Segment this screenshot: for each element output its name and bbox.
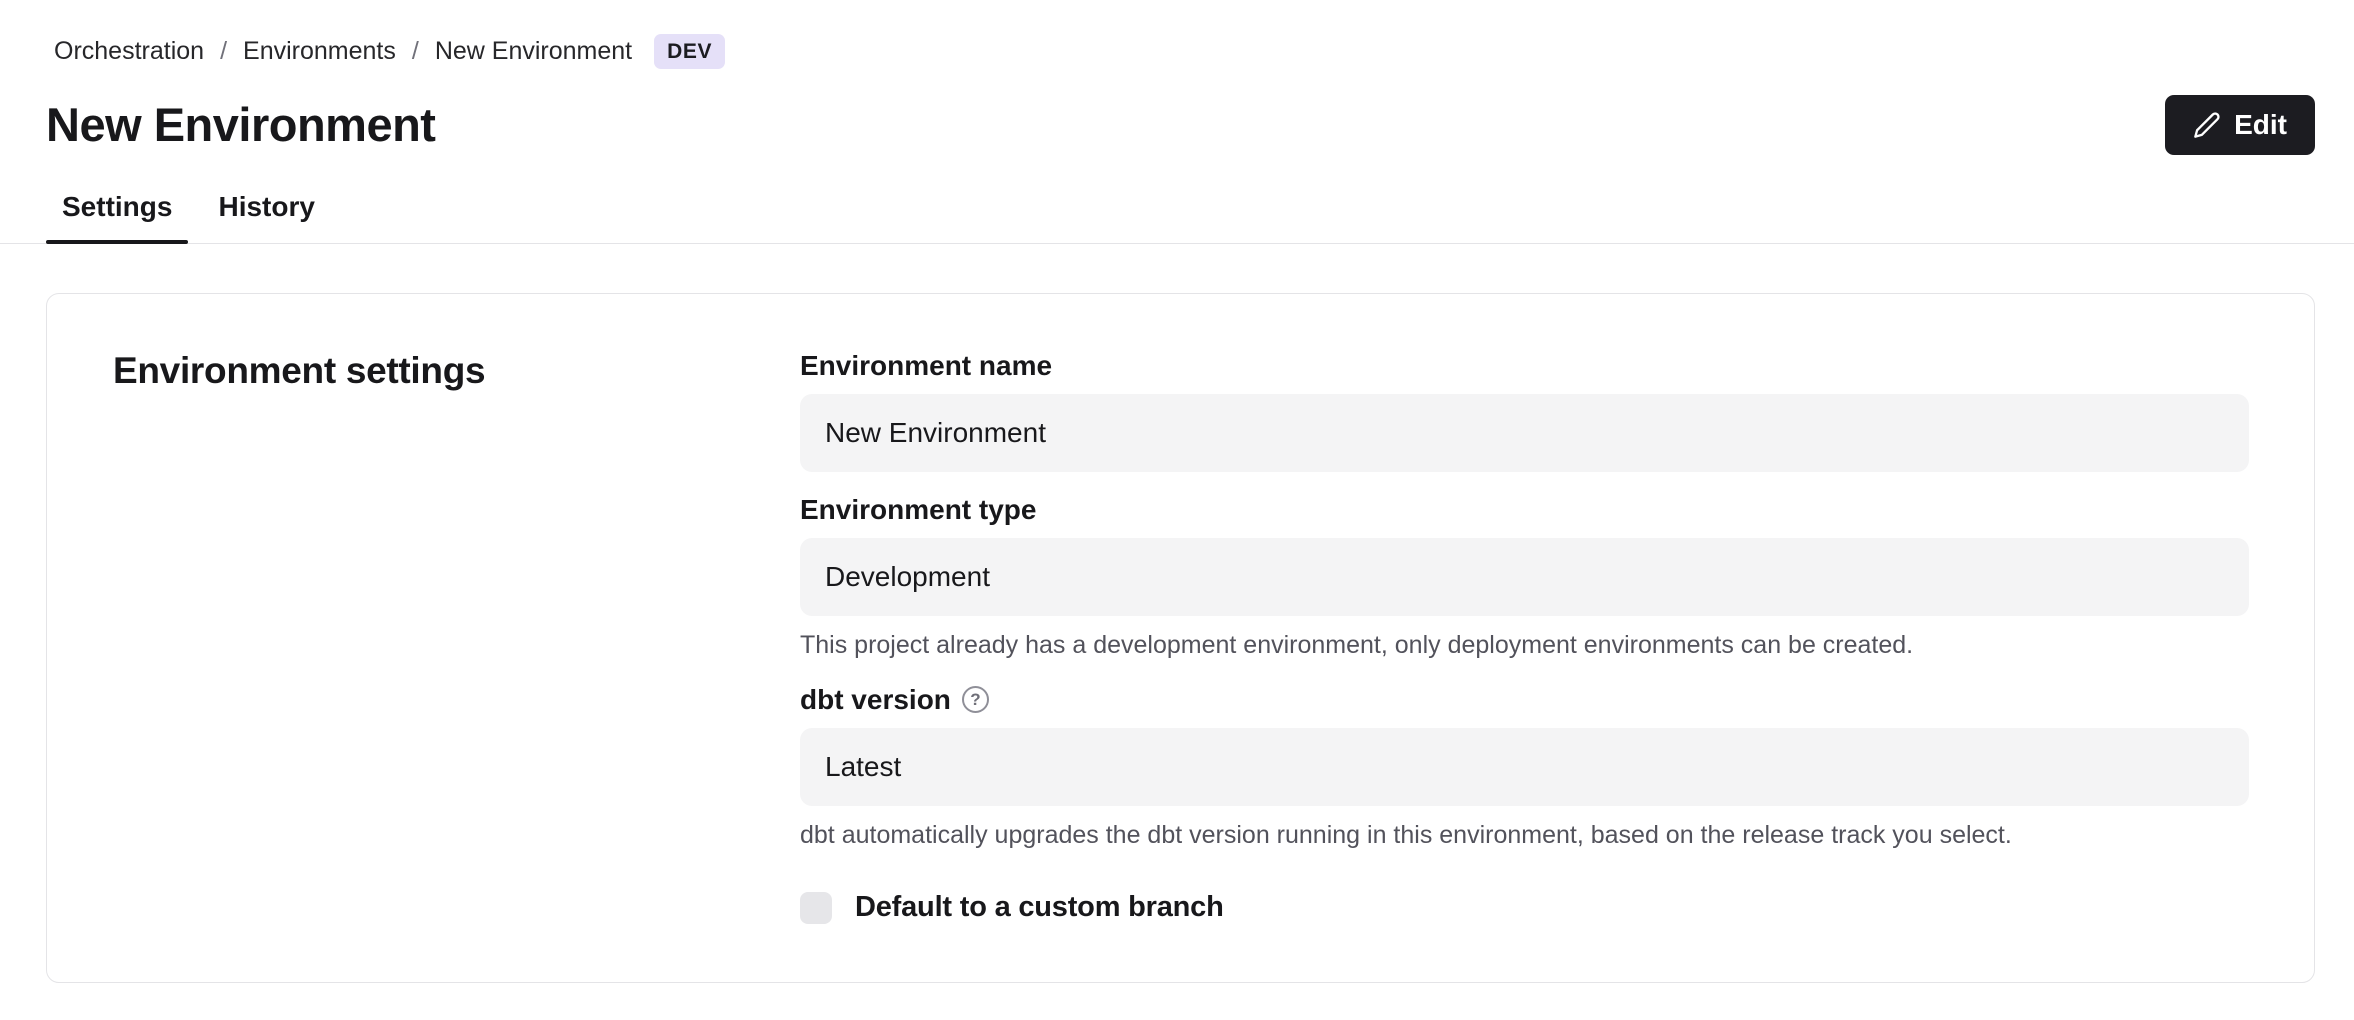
breadcrumb-separator: /: [220, 37, 227, 66]
help-circle-icon[interactable]: ?: [962, 686, 989, 713]
tab-settings[interactable]: Settings: [46, 185, 188, 243]
edit-button-label: Edit: [2234, 109, 2287, 141]
dbt-version-helper-text: dbt automatically upgrades the dbt versi…: [800, 819, 2249, 852]
environment-dev-badge: DEV: [654, 34, 725, 69]
section-title: Environment settings: [113, 350, 800, 392]
custom-branch-label: Default to a custom branch: [855, 891, 1224, 924]
pencil-icon: [2193, 111, 2221, 139]
edit-button[interactable]: Edit: [2165, 95, 2315, 155]
environment-name-input[interactable]: [800, 394, 2249, 472]
environment-type-helper-text: This project already has a development e…: [800, 629, 2249, 662]
dbt-version-group: dbt version ? dbt automatically upgrades…: [800, 684, 2249, 852]
environment-type-label: Environment type: [800, 494, 2249, 526]
tabs-divider: [0, 243, 2354, 244]
custom-branch-row: Default to a custom branch: [800, 891, 2249, 924]
environment-settings-card: Environment settings Environment name En…: [46, 293, 2315, 983]
breadcrumb: Orchestration / Environments / New Envir…: [54, 34, 2315, 69]
custom-branch-checkbox[interactable]: [800, 892, 832, 924]
card-left-column: Environment settings: [47, 350, 800, 924]
dbt-version-label: dbt version ?: [800, 684, 2249, 716]
environment-name-label: Environment name: [800, 350, 2249, 382]
environment-settings-form: Environment name Environment type This p…: [800, 350, 2249, 924]
breadcrumb-new-environment[interactable]: New Environment: [435, 37, 632, 66]
page: Orchestration / Environments / New Envir…: [0, 0, 2354, 983]
environment-type-group: Environment type This project already ha…: [800, 494, 2249, 662]
dbt-version-input[interactable]: [800, 728, 2249, 806]
breadcrumb-separator: /: [412, 37, 419, 66]
tab-bar: Settings History: [0, 155, 2354, 243]
topbar: Orchestration / Environments / New Envir…: [0, 0, 2354, 69]
page-title: New Environment: [46, 99, 435, 151]
page-header: New Environment Edit: [0, 69, 2354, 155]
breadcrumb-environments[interactable]: Environments: [243, 37, 396, 66]
environment-type-input[interactable]: [800, 538, 2249, 616]
tab-history[interactable]: History: [202, 185, 330, 243]
dbt-version-label-text: dbt version: [800, 684, 951, 716]
environment-name-group: Environment name: [800, 350, 2249, 472]
breadcrumb-orchestration[interactable]: Orchestration: [54, 37, 204, 66]
